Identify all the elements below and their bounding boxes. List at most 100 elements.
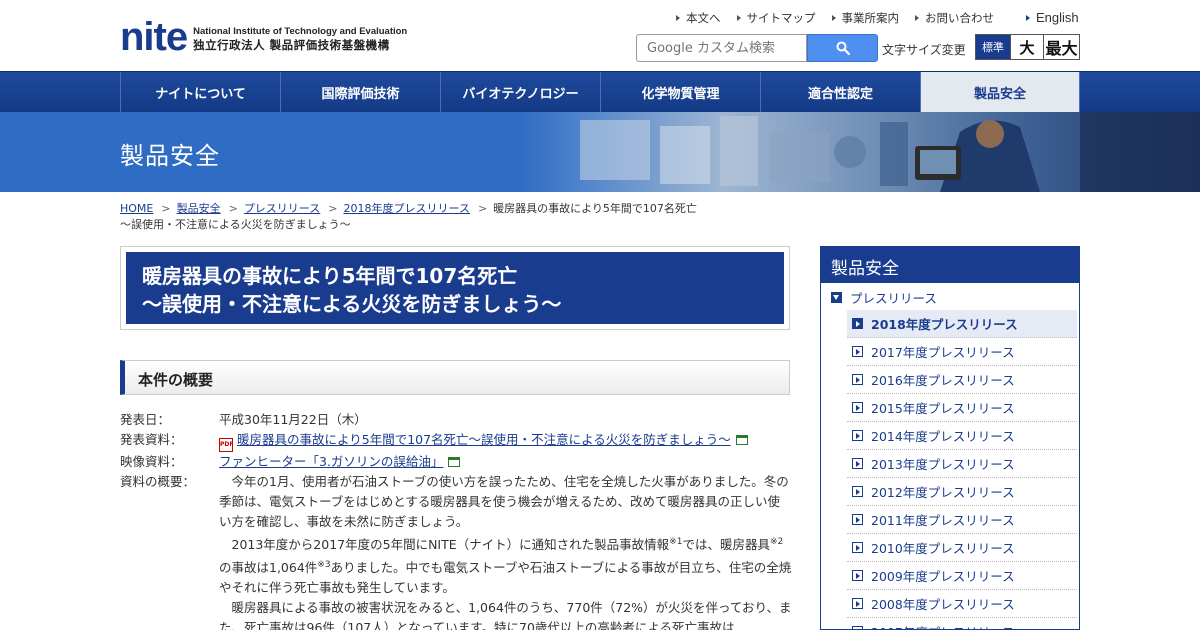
sidebar-item-2015[interactable]: 2015年度プレスリリース: [847, 394, 1077, 422]
nav-item-about[interactable]: ナイトについて: [120, 72, 280, 112]
info-label-material: 発表資料：: [120, 432, 183, 447]
expanded-icon: [831, 292, 842, 303]
arrow-right-icon: [736, 15, 741, 21]
english-link[interactable]: English: [1026, 10, 1079, 25]
magnifier-icon: [836, 41, 850, 55]
site-logo[interactable]: nite National Institute of Technology an…: [120, 15, 408, 59]
site-header: nite National Institute of Technology an…: [0, 0, 1200, 71]
arrow-right-icon: [852, 598, 863, 609]
arrow-right-icon: [852, 626, 863, 629]
arrow-right-icon: [852, 346, 863, 357]
arrow-right-icon: [852, 318, 863, 329]
breadcrumb-link-press-release[interactable]: プレスリリース: [244, 202, 320, 215]
summary-paragraph-2: 2013年度から2017年度の5年間にNITE（ナイト）に通知された製品事故情報…: [219, 537, 792, 596]
arrow-right-icon: [915, 15, 919, 21]
sidebar-item-press-release[interactable]: プレスリリース: [831, 288, 937, 307]
info-row-date: 発表日： 平成30年11月22日（木）: [120, 410, 792, 430]
section-heading-overview: 本件の概要: [120, 360, 790, 395]
arrow-right-icon: [852, 430, 863, 441]
breadcrumb-current: 暖房器具の事故により5年間で107名死亡: [493, 202, 697, 215]
search-button[interactable]: [807, 34, 878, 62]
sidebar-item-2007[interactable]: 2007年度プレスリリース: [847, 618, 1077, 629]
footnote-ref-2[interactable]: ※2: [770, 537, 783, 547]
sidebar-item-2016[interactable]: 2016年度プレスリリース: [847, 366, 1077, 394]
arrow-right-icon: [831, 15, 836, 21]
util-link-offices[interactable]: 事業所案内: [831, 10, 899, 26]
info-row-video: 映像資料： ファンヒーター「3.ガソリンの誤給油」: [120, 452, 792, 472]
arrow-right-icon: [852, 570, 863, 581]
info-value-date: 平成30年11月22日（木）: [219, 412, 367, 427]
breadcrumb-link-2018[interactable]: 2018年度プレスリリース: [343, 202, 469, 215]
breadcrumb-current-subtitle: ～誤使用・不注意による火災を防ぎましょう～: [120, 218, 351, 231]
arrow-right-icon: [852, 374, 863, 385]
sidebar-item-2009[interactable]: 2009年度プレスリリース: [847, 562, 1077, 590]
video-link[interactable]: ファンヒーター「3.ガソリンの誤給油」: [219, 454, 443, 469]
sidebar-item-2008[interactable]: 2008年度プレスリリース: [847, 590, 1077, 618]
sidebar-item-2013[interactable]: 2013年度プレスリリース: [847, 450, 1077, 478]
font-size-large-button[interactable]: 大: [1010, 35, 1043, 59]
util-link-contact[interactable]: お問い合わせ: [915, 10, 994, 26]
breadcrumb-link-home[interactable]: HOME: [120, 202, 153, 215]
breadcrumb-link-product-safety[interactable]: 製品安全: [177, 202, 221, 215]
arrow-right-icon: [1026, 14, 1030, 21]
search-input[interactable]: [636, 34, 807, 62]
press-material-link[interactable]: 暖房器具の事故により5年間で107名死亡～誤使用・不注意による火災を防ぎましょう…: [237, 432, 731, 447]
info-row-summary: 資料の概要： 今年の1月、使用者が石油ストーブの使い方を誤ったため、住宅を全焼し…: [120, 472, 792, 630]
pdf-icon: PDF: [219, 438, 233, 452]
article-title: 暖房器具の事故により5年間で107名死亡: [142, 264, 518, 288]
sidebar-item-2012[interactable]: 2012年度プレスリリース: [847, 478, 1077, 506]
arrow-right-icon: [852, 486, 863, 497]
sidebar-item-2010[interactable]: 2010年度プレスリリース: [847, 534, 1077, 562]
font-size-label: 文字サイズ変更: [882, 43, 966, 57]
nav-item-chemical[interactable]: 化学物質管理: [600, 72, 760, 112]
font-size-largest-button[interactable]: 最大: [1043, 35, 1079, 59]
logo-mark: nite: [120, 15, 188, 59]
breadcrumb-separator: >: [228, 202, 238, 215]
section-title: 製品安全: [120, 142, 220, 170]
sidebar: 製品安全 プレスリリース 2018年度プレスリリース 2017年度プレスリリース…: [820, 246, 1080, 630]
nav-item-biotechnology[interactable]: バイオテクノロジー: [440, 72, 600, 112]
footnote-ref-3[interactable]: ※3: [317, 560, 330, 570]
font-size-switcher: 標準 大 最大: [975, 34, 1080, 60]
arrow-right-icon: [852, 402, 863, 413]
info-row-material: 発表資料： PDF 暖房器具の事故により5年間で107名死亡～誤使用・不注意による…: [120, 430, 792, 452]
footnote-ref-1[interactable]: ※1: [669, 537, 682, 547]
sidebar-subnav: 2018年度プレスリリース 2017年度プレスリリース 2016年度プレスリリー…: [847, 310, 1077, 629]
summary-paragraph-1: 今年の1月、使用者が石油ストーブの使い方を誤ったため、住宅を全焼した火事がありま…: [219, 474, 789, 529]
arrow-right-icon: [676, 15, 680, 21]
nav-item-product-safety[interactable]: 製品安全: [920, 72, 1080, 112]
util-link-skip-to-content[interactable]: 本文へ: [676, 10, 721, 26]
article-info: 発表日： 平成30年11月22日（木） 発表資料： PDF 暖房器具の事故により5…: [120, 410, 792, 630]
sidebar-title: 製品安全: [821, 246, 1079, 283]
breadcrumb-separator: >: [477, 202, 488, 215]
banner-photo-illustration: [580, 112, 1200, 192]
article-subtitle: ～誤使用・不注意による火災を防ぎましょう～: [142, 292, 562, 316]
arrow-right-icon: [852, 514, 863, 525]
new-window-icon: [448, 457, 461, 467]
info-label-summary: 資料の概要：: [120, 474, 196, 489]
breadcrumb: HOME > 製品安全 > プレスリリース >2018年度プレスリリース > 暖房器具の事故に…: [120, 201, 720, 233]
breadcrumb-separator: >: [161, 202, 171, 215]
summary-paragraph-3: 暖房器具による事故の被害状況をみると、1,064件のうち、770件（72%）が火…: [219, 600, 792, 630]
utility-links: 本文へ サイトマップ 事業所案内 お問い合わせ: [676, 10, 1010, 26]
sidebar-item-2017[interactable]: 2017年度プレスリリース: [847, 338, 1077, 366]
logo-english-name: National Institute of Technology and Eva…: [193, 26, 408, 37]
logo-japanese-name: 独立行政法人 製品評価技術基盤機構: [193, 38, 390, 52]
util-link-sitemap[interactable]: サイトマップ: [736, 10, 816, 26]
banner-photo: [520, 112, 1200, 192]
breadcrumb-separator: >: [328, 202, 338, 215]
info-label-date: 発表日：: [120, 412, 171, 427]
info-label-video: 映像資料：: [120, 454, 183, 469]
sidebar-item-2011[interactable]: 2011年度プレスリリース: [847, 506, 1077, 534]
arrow-right-icon: [852, 458, 863, 469]
arrow-right-icon: [852, 542, 863, 553]
sidebar-item-2014[interactable]: 2014年度プレスリリース: [847, 422, 1077, 450]
nav-item-accreditation[interactable]: 適合性認定: [760, 72, 920, 112]
global-nav: ナイトについて 国際評価技術 バイオテクノロジー 化学物質管理 適合性認定 製品…: [0, 71, 1200, 112]
font-size-standard-button[interactable]: 標準: [976, 35, 1010, 59]
section-banner: 製品安全: [0, 112, 1200, 192]
nav-item-international[interactable]: 国際評価技術: [280, 72, 440, 112]
new-window-icon: [735, 435, 748, 445]
article-title-box: 暖房器具の事故により5年間で107名死亡 ～誤使用・不注意による火災を防ぎましょ…: [120, 246, 790, 330]
sidebar-item-2018[interactable]: 2018年度プレスリリース: [847, 310, 1077, 338]
